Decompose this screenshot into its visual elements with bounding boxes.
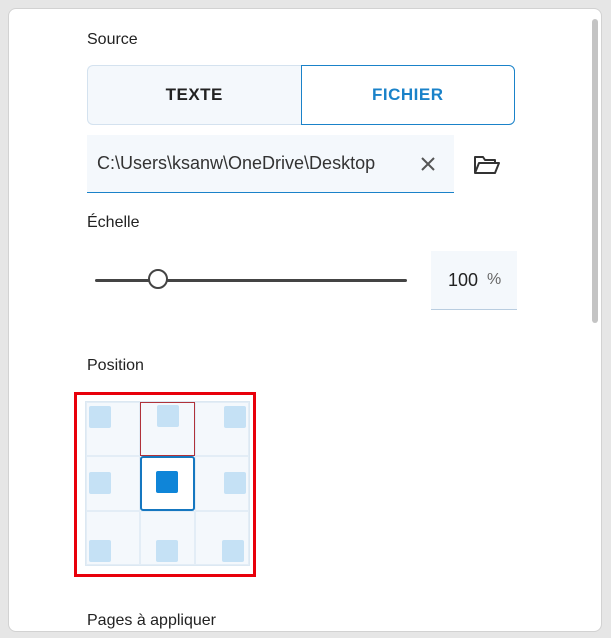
position-square — [89, 406, 111, 428]
source-label: Source — [87, 31, 138, 48]
scale-unit: % — [487, 271, 502, 288]
file-path-field — [87, 135, 454, 193]
position-cell-middle-right[interactable] — [194, 456, 249, 511]
scale-label: Échelle — [87, 214, 140, 231]
pages-label: Pages à appliquer — [87, 612, 216, 629]
close-icon — [421, 157, 435, 171]
position-square — [223, 406, 246, 428]
tab-fichier[interactable]: FICHIER — [300, 65, 515, 125]
browse-button[interactable] — [471, 149, 503, 181]
slider-track — [95, 279, 407, 282]
position-cell-bottom-center[interactable] — [140, 510, 195, 565]
folder-open-icon — [474, 156, 500, 174]
position-cell-top-left[interactable] — [86, 402, 141, 457]
position-cell-middle-left[interactable] — [86, 456, 141, 511]
position-label: Position — [87, 357, 144, 374]
position-square — [221, 539, 244, 562]
scale-slider[interactable] — [95, 267, 407, 293]
file-path-input[interactable] — [97, 153, 399, 174]
position-square — [89, 472, 111, 495]
clear-button[interactable] — [413, 149, 443, 179]
position-square — [157, 405, 180, 427]
scale-value: 100 — [448, 270, 479, 290]
position-cell-bottom-right[interactable] — [194, 510, 249, 565]
settings-panel: Source TEXTE FICHIER Échelle 100 % Posit… — [8, 8, 602, 632]
position-square — [89, 539, 111, 562]
source-toggle: TEXTE FICHIER — [87, 65, 515, 125]
position-cell-top-right[interactable] — [194, 402, 249, 457]
position-square — [156, 471, 179, 494]
position-cell-top-center[interactable] — [140, 402, 195, 457]
position-cell-bottom-left[interactable] — [86, 510, 141, 565]
tab-texte[interactable]: TEXTE — [87, 65, 301, 125]
scale-input[interactable]: 100 % — [431, 251, 517, 310]
position-cell-center[interactable] — [140, 456, 195, 511]
position-square — [223, 472, 246, 495]
scrollbar[interactable] — [592, 19, 598, 323]
slider-thumb[interactable] — [148, 269, 168, 289]
position-square — [156, 539, 179, 562]
position-grid — [85, 401, 250, 566]
